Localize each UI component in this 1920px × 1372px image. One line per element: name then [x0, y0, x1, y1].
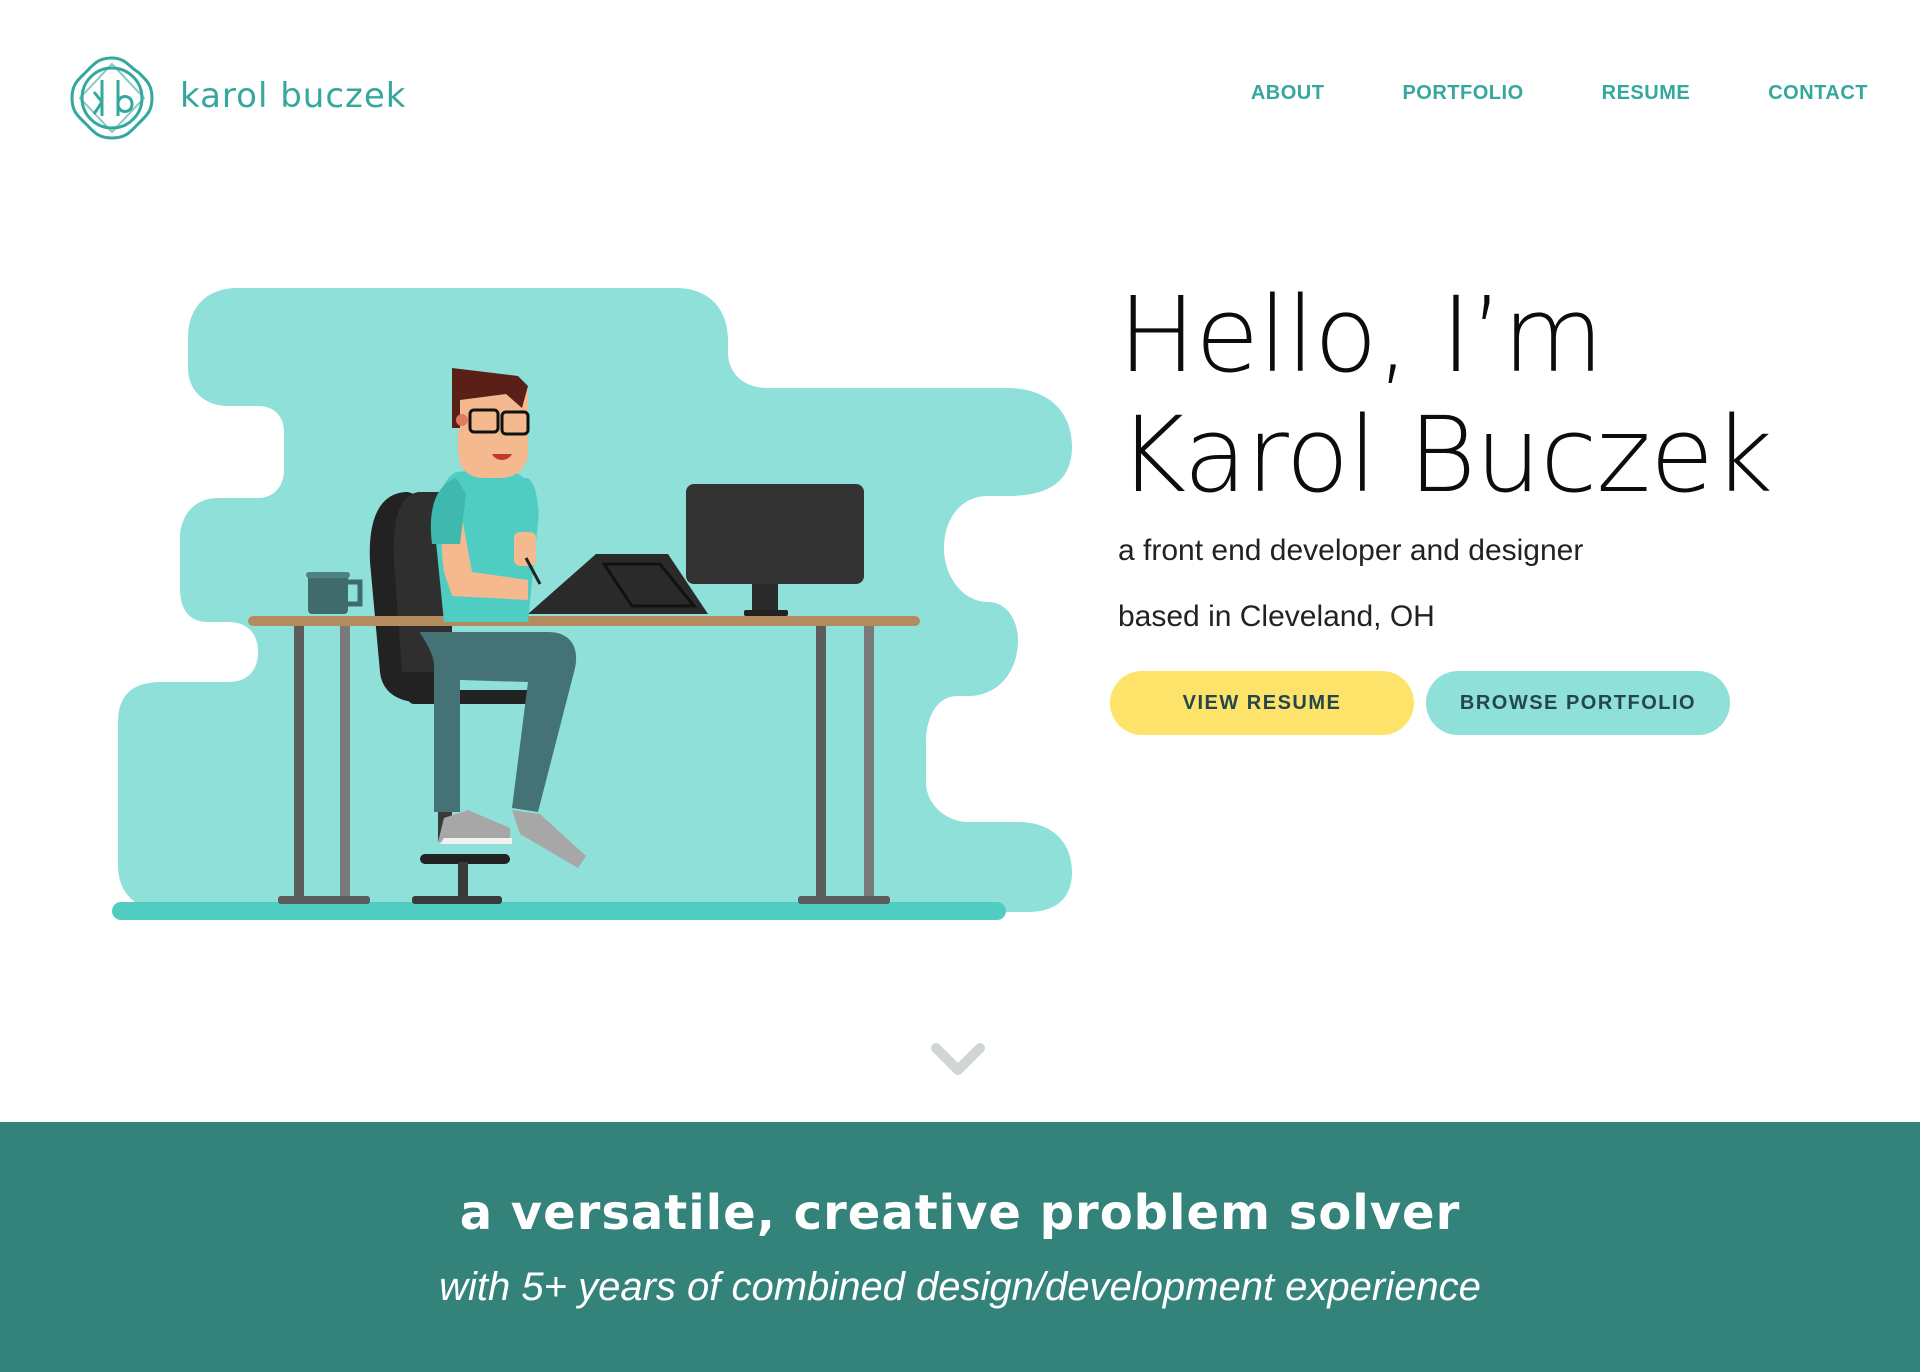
main-nav: ABOUT PORTFOLIO RESUME CONTACT [1251, 82, 1868, 105]
hero-subtitle-line-1: a front end developer and designer [1118, 534, 1584, 567]
nav-contact[interactable]: CONTACT [1768, 82, 1868, 105]
hero-title: Hello, I’m Karol Buczek [1118, 275, 1878, 515]
intro-band: a versatile, creative problem solver wit… [0, 1122, 1920, 1372]
hero-title-line-2: Karol Buczek [1118, 394, 1773, 516]
site-header: karol buczek ABOUT PORTFOLIO RESUME CONT… [0, 0, 1920, 200]
hero-illustration [112, 288, 1072, 920]
band-title: a versatile, creative problem solver [459, 1185, 1461, 1241]
band-subtitle: with 5+ years of combined design/develop… [439, 1265, 1481, 1309]
nav-about[interactable]: ABOUT [1251, 82, 1325, 105]
floor-line [112, 902, 1006, 920]
browse-portfolio-button[interactable]: BROWSE PORTFOLIO [1426, 671, 1730, 735]
chevron-down-icon[interactable] [930, 1042, 986, 1078]
hero-text: Hello, I’m Karol Buczek a front end deve… [1110, 275, 1878, 735]
hero-buttons: VIEW RESUME BROWSE PORTFOLIO [1110, 671, 1878, 735]
logo-icon[interactable] [66, 52, 158, 144]
hero-title-line-1: Hello, I’m [1118, 274, 1604, 396]
brand-name[interactable]: karol buczek [180, 72, 407, 120]
nav-portfolio[interactable]: PORTFOLIO [1402, 82, 1523, 105]
view-resume-button[interactable]: VIEW RESUME [1110, 671, 1414, 735]
nav-resume[interactable]: RESUME [1602, 82, 1691, 105]
hero-subtitle-line-2: based in Cleveland, OH [1118, 600, 1435, 633]
